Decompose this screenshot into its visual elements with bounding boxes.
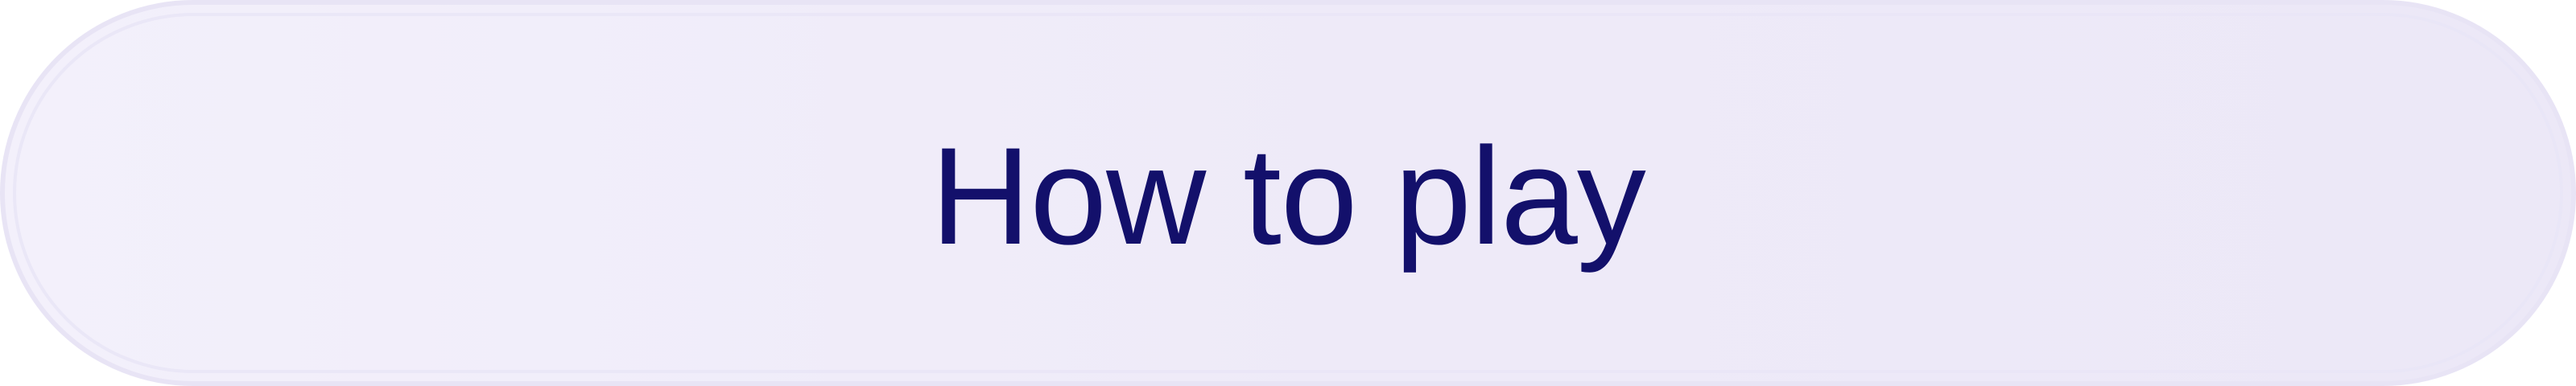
how-to-play-label: How to play [931,119,1646,273]
how-to-play-button[interactable]: How to play [0,0,2576,386]
